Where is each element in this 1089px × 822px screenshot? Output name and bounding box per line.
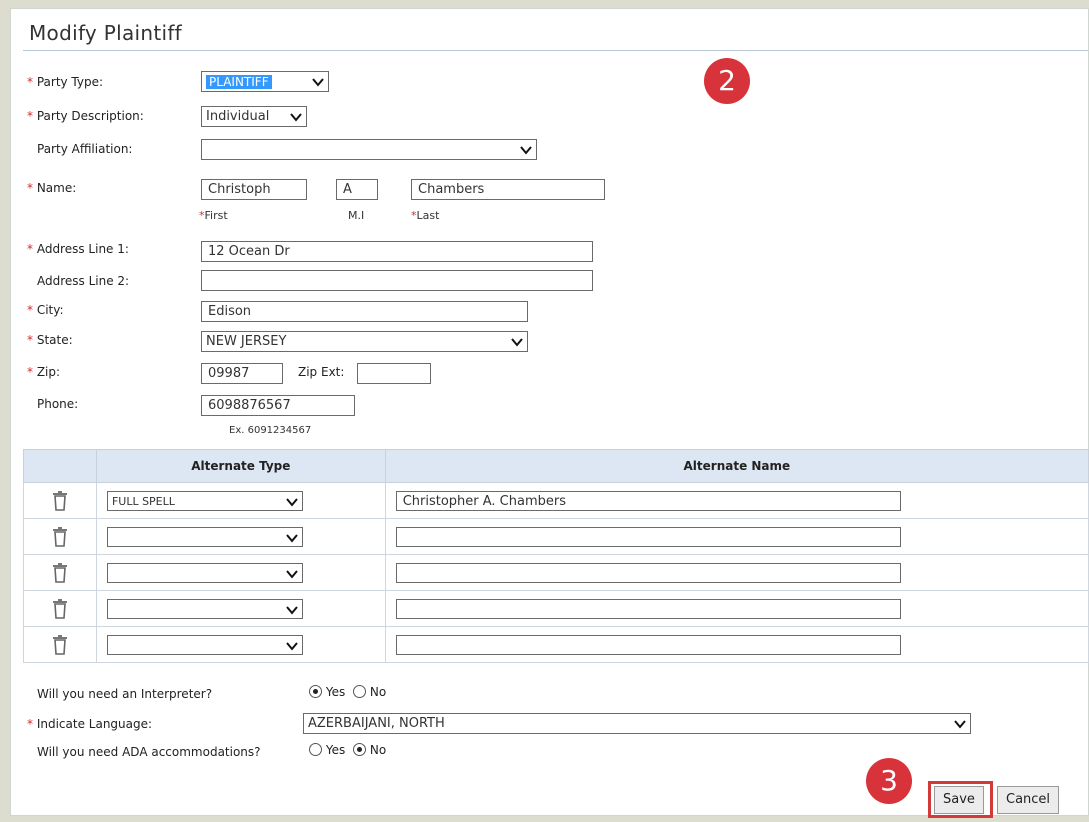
ada-radio-group: Yes No	[309, 743, 386, 757]
chevron-down-icon	[954, 720, 966, 729]
alternate-row	[23, 626, 1089, 663]
alternate-type-select[interactable]	[106, 527, 303, 547]
first-caption: *First	[199, 209, 228, 222]
middle-initial-input[interactable]: A	[336, 179, 378, 200]
address-line1-input[interactable]: 12 Ocean Dr	[201, 241, 593, 262]
state-value: NEW JERSEY	[206, 334, 287, 349]
zip-ext-input[interactable]	[357, 363, 431, 384]
trash-icon[interactable]	[52, 526, 68, 547]
alternate-type-select[interactable]	[106, 563, 303, 583]
alternate-name-input[interactable]: Christopher A. Chambers	[395, 491, 901, 511]
alternate-name-input[interactable]	[395, 635, 901, 655]
address-line1-label: * Address Line 1:	[27, 242, 129, 256]
interpreter-radio-group: Yes No	[309, 685, 386, 699]
phone-input[interactable]: 6098876567	[201, 395, 355, 416]
chevron-down-icon	[286, 498, 298, 507]
ada-no-radio[interactable]	[353, 743, 367, 756]
alternate-row	[23, 554, 1089, 591]
party-type-label: * Party Type:	[27, 75, 104, 89]
save-button[interactable]: Save	[934, 786, 984, 814]
chevron-down-icon	[286, 642, 298, 651]
language-value: AZERBAIJANI, NORTH	[308, 716, 445, 731]
party-type-value: PLAINTIFF	[206, 75, 272, 89]
party-description-label: * Party Description:	[27, 109, 144, 123]
party-description-select[interactable]: Individual	[201, 106, 307, 127]
zip-label: * Zip:	[27, 365, 61, 379]
address-line2-label: Address Line 2:	[37, 274, 130, 288]
page-title: Modify Plaintiff	[29, 21, 183, 45]
interpreter-yes-radio[interactable]	[309, 685, 322, 698]
zip-input[interactable]: 09987	[201, 363, 283, 384]
alternate-type-header: Alternate Type	[95, 449, 386, 483]
last-name-input[interactable]: Chambers	[411, 179, 605, 200]
alternate-name-header: Alternate Name	[384, 449, 1089, 483]
phone-hint: Ex. 6091234567	[229, 425, 312, 436]
alternates-table: Alternate Type Alternate Name FULL SPELL…	[23, 449, 1089, 663]
chevron-down-icon	[520, 146, 532, 155]
first-name-input[interactable]: Christoph	[201, 179, 307, 200]
party-affiliation-select[interactable]	[201, 139, 537, 160]
interpreter-no-label: No	[369, 685, 387, 699]
trash-icon[interactable]	[52, 562, 68, 583]
alternates-header-row: Alternate Type Alternate Name	[23, 449, 1089, 483]
step-3-badge: 3	[866, 758, 912, 804]
name-label: * Name:	[27, 181, 77, 195]
chevron-down-icon	[286, 606, 298, 615]
chevron-down-icon	[312, 78, 324, 87]
state-select[interactable]: NEW JERSEY	[201, 331, 528, 352]
state-label: * State:	[27, 333, 73, 347]
interpreter-no-radio[interactable]	[353, 685, 367, 698]
trash-icon[interactable]	[52, 490, 68, 511]
alternate-row	[23, 518, 1089, 555]
title-divider	[23, 50, 1088, 51]
last-caption: *Last	[411, 209, 440, 222]
trash-icon[interactable]	[52, 634, 68, 655]
alternate-name-input[interactable]	[395, 563, 901, 583]
ada-yes-label: Yes	[325, 743, 346, 757]
party-affiliation-label: Party Affiliation:	[37, 142, 133, 156]
modify-plaintiff-panel: Modify Plaintiff * Party Type: PLAINTIFF…	[10, 8, 1089, 818]
party-description-value: Individual	[206, 109, 270, 124]
phone-label: Phone:	[37, 397, 79, 411]
language-label: * Indicate Language:	[27, 717, 153, 731]
alternate-name-input[interactable]	[395, 599, 901, 619]
alternate-row: FULL SPELL Christopher A. Chambers	[23, 482, 1089, 519]
interpreter-question: Will you need an Interpreter?	[37, 687, 213, 701]
alternate-name-input[interactable]	[395, 527, 901, 547]
zip-ext-label: Zip Ext:	[298, 365, 345, 379]
ada-question: Will you need ADA accommodations?	[37, 745, 261, 759]
city-input[interactable]: Edison	[201, 301, 528, 322]
city-label: * City:	[27, 303, 64, 317]
alternate-type-select[interactable]	[106, 599, 303, 619]
mi-caption: M.I	[348, 209, 365, 222]
ada-no-label: No	[369, 743, 387, 757]
chevron-down-icon	[290, 113, 302, 122]
address-line2-input[interactable]	[201, 270, 593, 291]
chevron-down-icon	[286, 570, 298, 579]
ada-yes-radio[interactable]	[309, 743, 322, 756]
alternate-type-select[interactable]	[106, 635, 303, 655]
alternate-type-select[interactable]: FULL SPELL	[106, 491, 303, 511]
interpreter-yes-label: Yes	[325, 685, 346, 699]
chevron-down-icon	[511, 338, 523, 347]
trash-icon[interactable]	[52, 598, 68, 619]
chevron-down-icon	[286, 534, 298, 543]
language-select[interactable]: AZERBAIJANI, NORTH	[303, 713, 971, 734]
party-type-select[interactable]: PLAINTIFF	[201, 71, 329, 92]
step-2-badge: 2	[704, 58, 750, 104]
alternate-row	[23, 590, 1089, 627]
cancel-button[interactable]: Cancel	[997, 786, 1060, 814]
trash-column-header	[23, 449, 97, 483]
